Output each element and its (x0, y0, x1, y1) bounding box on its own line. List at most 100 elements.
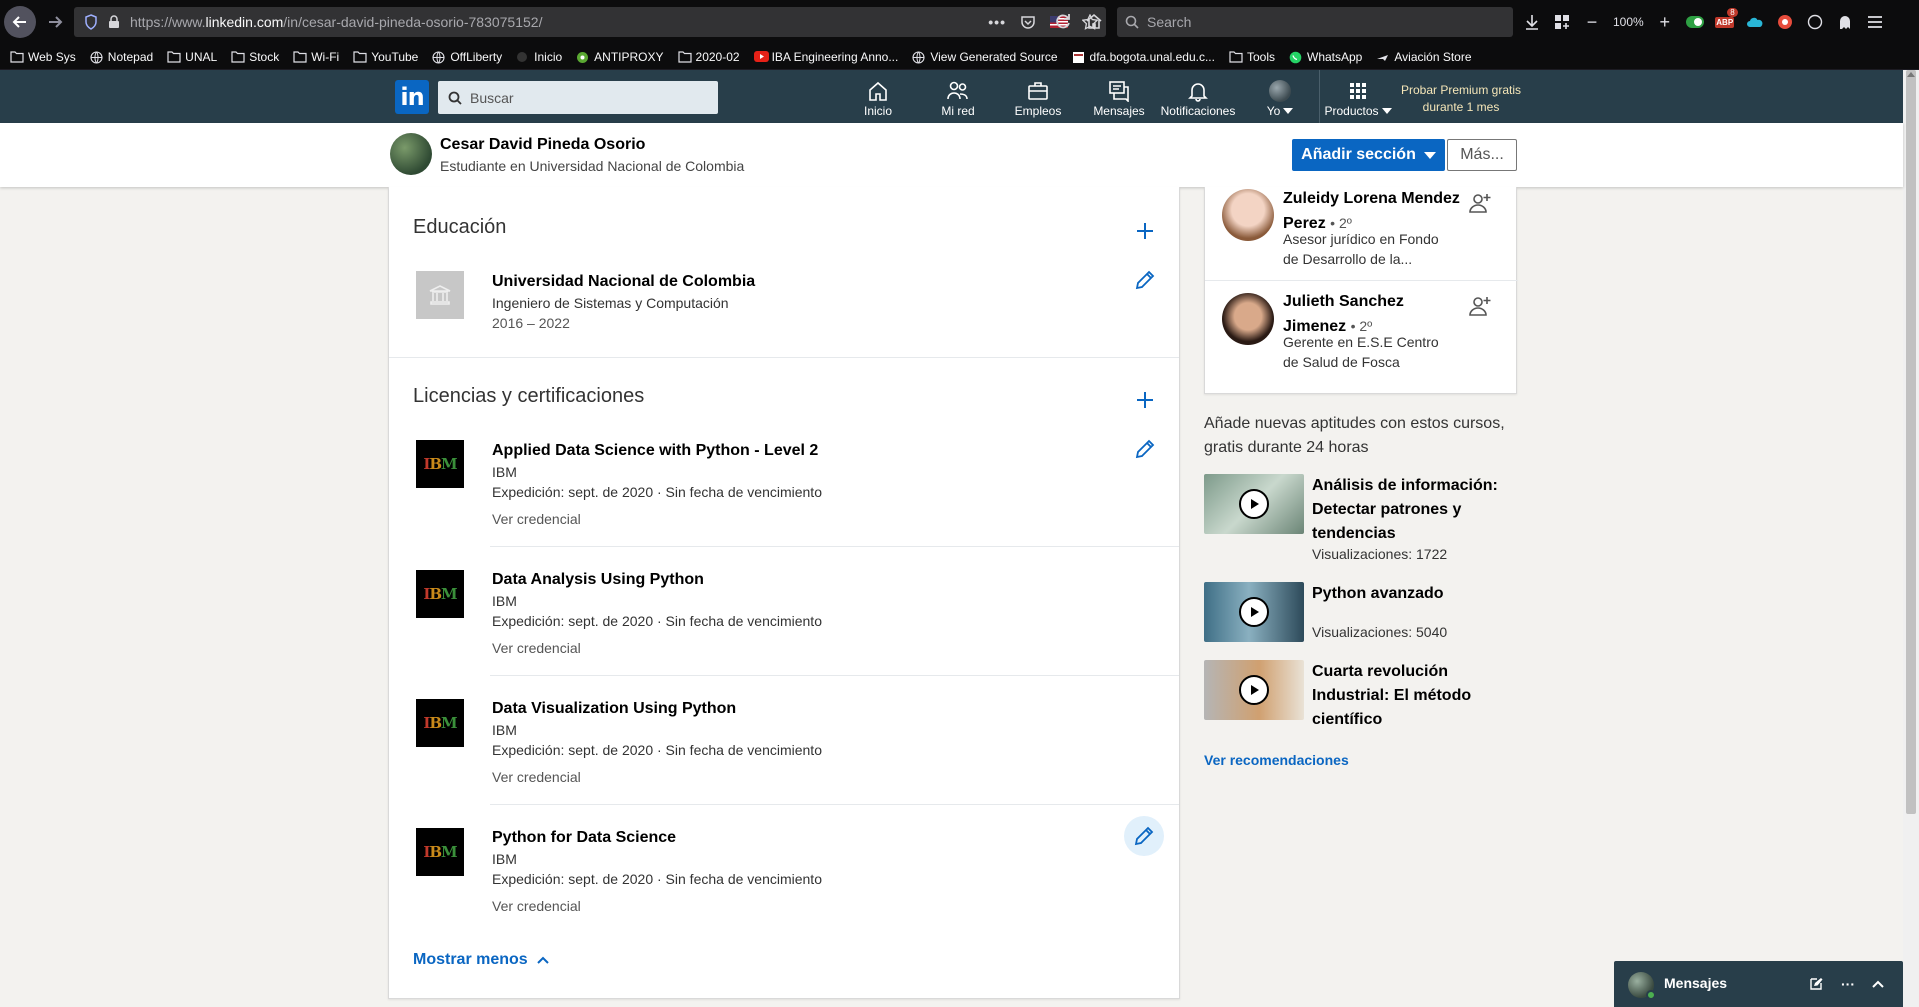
bookmark-item[interactable]: Tools (1229, 50, 1275, 64)
bookmark-item[interactable]: WhatsApp (1289, 50, 1362, 64)
bookmark-item[interactable]: Wi-Fi (293, 50, 339, 64)
bookmark-item[interactable]: Inicio (516, 50, 562, 64)
person-headline: Asesor jurídico en Fondo de Desarrollo d… (1283, 231, 1439, 267)
linkedin-search-input[interactable] (470, 89, 710, 106)
bookmark-item[interactable]: ANTIPROXY (576, 50, 664, 64)
compose-icon[interactable] (1806, 974, 1826, 994)
more-options-icon[interactable]: ··· (1838, 974, 1858, 994)
grid-icon (1347, 78, 1369, 104)
folder-icon (1229, 50, 1243, 63)
bookmark-item[interactable]: dfa.bogota.unal.edu.c... (1072, 50, 1215, 64)
scrollbar-thumb[interactable] (1906, 70, 1916, 814)
view-credential-link[interactable]: Ver credencial (492, 511, 581, 527)
green-circle-icon (576, 51, 590, 63)
edit-license-icon[interactable] (1124, 816, 1164, 856)
browser-search-input[interactable]: Search (1117, 7, 1513, 37)
nav-inicio[interactable]: Inicio (860, 70, 896, 123)
scroll-up-icon[interactable] (1907, 72, 1915, 77)
profile-avatar[interactable] (390, 133, 432, 175)
see-recommendations-link[interactable]: Ver recomendaciones (1204, 752, 1349, 768)
home-icon[interactable] (1085, 12, 1103, 30)
license-name[interactable]: Python for Data Science (492, 829, 676, 847)
ibm-logo[interactable]: IBM (416, 440, 464, 488)
globe-icon (90, 50, 104, 64)
course-title[interactable]: Análisis de información: Detectar patron… (1312, 474, 1512, 546)
license-name[interactable]: Applied Data Science with Python - Level… (492, 442, 818, 460)
bookmark-item[interactable]: 2020-02 (677, 50, 740, 64)
view-credential-link[interactable]: Ver credencial (492, 898, 581, 914)
lock-icon[interactable] (108, 15, 120, 29)
bookmark-item[interactable]: IBA Engineering Anno... (753, 50, 898, 64)
url-text[interactable]: https://www.linkedin.com/in/cesar-david-… (130, 14, 542, 30)
chevron-up-icon[interactable] (1868, 974, 1888, 994)
course-title[interactable]: Python avanzado (1312, 582, 1512, 606)
adblock-icon[interactable]: ABP 8 (1715, 8, 1738, 31)
education-school[interactable]: Universidad Nacional de Colombia (492, 273, 755, 291)
zoom-level[interactable]: 100% (1613, 15, 1644, 29)
ibm-logo[interactable]: IBM (416, 828, 464, 876)
add-section-button[interactable]: Añadir sección (1292, 139, 1445, 171)
avatar[interactable] (1222, 293, 1274, 345)
ghost-extension-icon[interactable] (1836, 13, 1854, 31)
nav-mensajes[interactable]: Mensajes (1092, 70, 1146, 123)
university-logo[interactable] (416, 271, 464, 319)
linkedin-logo[interactable]: in (395, 80, 429, 114)
circle-extension-icon[interactable] (1806, 13, 1824, 31)
license-name[interactable]: Data Visualization Using Python (492, 700, 736, 718)
linkedin-search[interactable] (438, 81, 718, 114)
play-icon[interactable] (1239, 489, 1269, 519)
edit-education-icon[interactable] (1134, 269, 1156, 291)
forward-button[interactable] (39, 6, 71, 38)
add-license-icon[interactable] (1134, 389, 1156, 411)
avatar (1269, 80, 1291, 102)
bookmark-item[interactable]: Web Sys (10, 50, 76, 64)
edit-license-icon[interactable] (1134, 438, 1156, 460)
bookmark-item[interactable]: Notepad (90, 50, 153, 64)
shield-icon[interactable] (84, 14, 98, 30)
bookmark-item[interactable]: YouTube (353, 50, 418, 64)
nav-yo[interactable]: Yo (1262, 70, 1298, 123)
license-name[interactable]: Data Analysis Using Python (492, 571, 704, 589)
view-credential-link[interactable]: Ver credencial (492, 769, 581, 785)
download-icon[interactable] (1523, 13, 1541, 31)
avatar[interactable] (1222, 189, 1274, 241)
pocket-icon[interactable] (1020, 14, 1036, 30)
extensions-grid-icon[interactable] (1553, 13, 1571, 31)
bookmark-item[interactable]: Stock (231, 50, 279, 64)
cloud-icon[interactable] (1746, 13, 1764, 31)
premium-trial-link[interactable]: Probar Premium gratis durante 1 mes (1390, 82, 1532, 116)
zoom-out-icon[interactable]: − (1583, 12, 1601, 32)
reload-icon[interactable] (1054, 13, 1072, 31)
add-connection-icon[interactable] (1468, 191, 1492, 215)
nav-notificaciones[interactable]: Notificaciones (1158, 70, 1238, 123)
record-icon[interactable] (1776, 13, 1794, 31)
folder-icon (10, 50, 24, 63)
page-actions-icon[interactable]: ••• (988, 14, 1006, 30)
toggle-extension-icon[interactable] (1685, 13, 1704, 31)
nav-productos[interactable]: Productos (1322, 70, 1394, 123)
course-views: Visualizaciones: 1722 (1312, 546, 1448, 562)
play-icon[interactable] (1239, 597, 1269, 627)
nav-empleos[interactable]: Empleos (1014, 70, 1062, 123)
add-connection-icon[interactable] (1468, 294, 1492, 318)
messaging-bar[interactable]: Mensajes ··· (1614, 961, 1903, 1007)
bookmark-item[interactable]: OffLiberty (432, 50, 502, 64)
bell-icon (1187, 78, 1209, 104)
dark-icon (516, 51, 530, 63)
back-button[interactable] (4, 6, 36, 38)
view-credential-link[interactable]: Ver credencial (492, 640, 581, 656)
add-education-icon[interactable] (1134, 220, 1156, 242)
play-icon[interactable] (1239, 675, 1269, 705)
zoom-in-icon[interactable]: + (1656, 12, 1674, 32)
bookmark-item[interactable]: View Generated Source (912, 50, 1058, 64)
bookmark-item[interactable]: Aviación Store (1376, 50, 1472, 64)
nav-mi-red[interactable]: Mi red (937, 70, 979, 123)
ibm-logo[interactable]: IBM (416, 570, 464, 618)
show-less-button[interactable]: Mostrar menos (413, 951, 550, 969)
ibm-logo[interactable]: IBM (416, 699, 464, 747)
address-bar[interactable]: https://www.linkedin.com/in/cesar-david-… (74, 7, 1106, 37)
bookmark-item[interactable]: UNAL (167, 50, 217, 64)
menu-icon[interactable] (1866, 13, 1884, 31)
more-button[interactable]: Más... (1447, 139, 1517, 171)
course-title[interactable]: Cuarta revolución Industrial: El método … (1312, 660, 1512, 732)
